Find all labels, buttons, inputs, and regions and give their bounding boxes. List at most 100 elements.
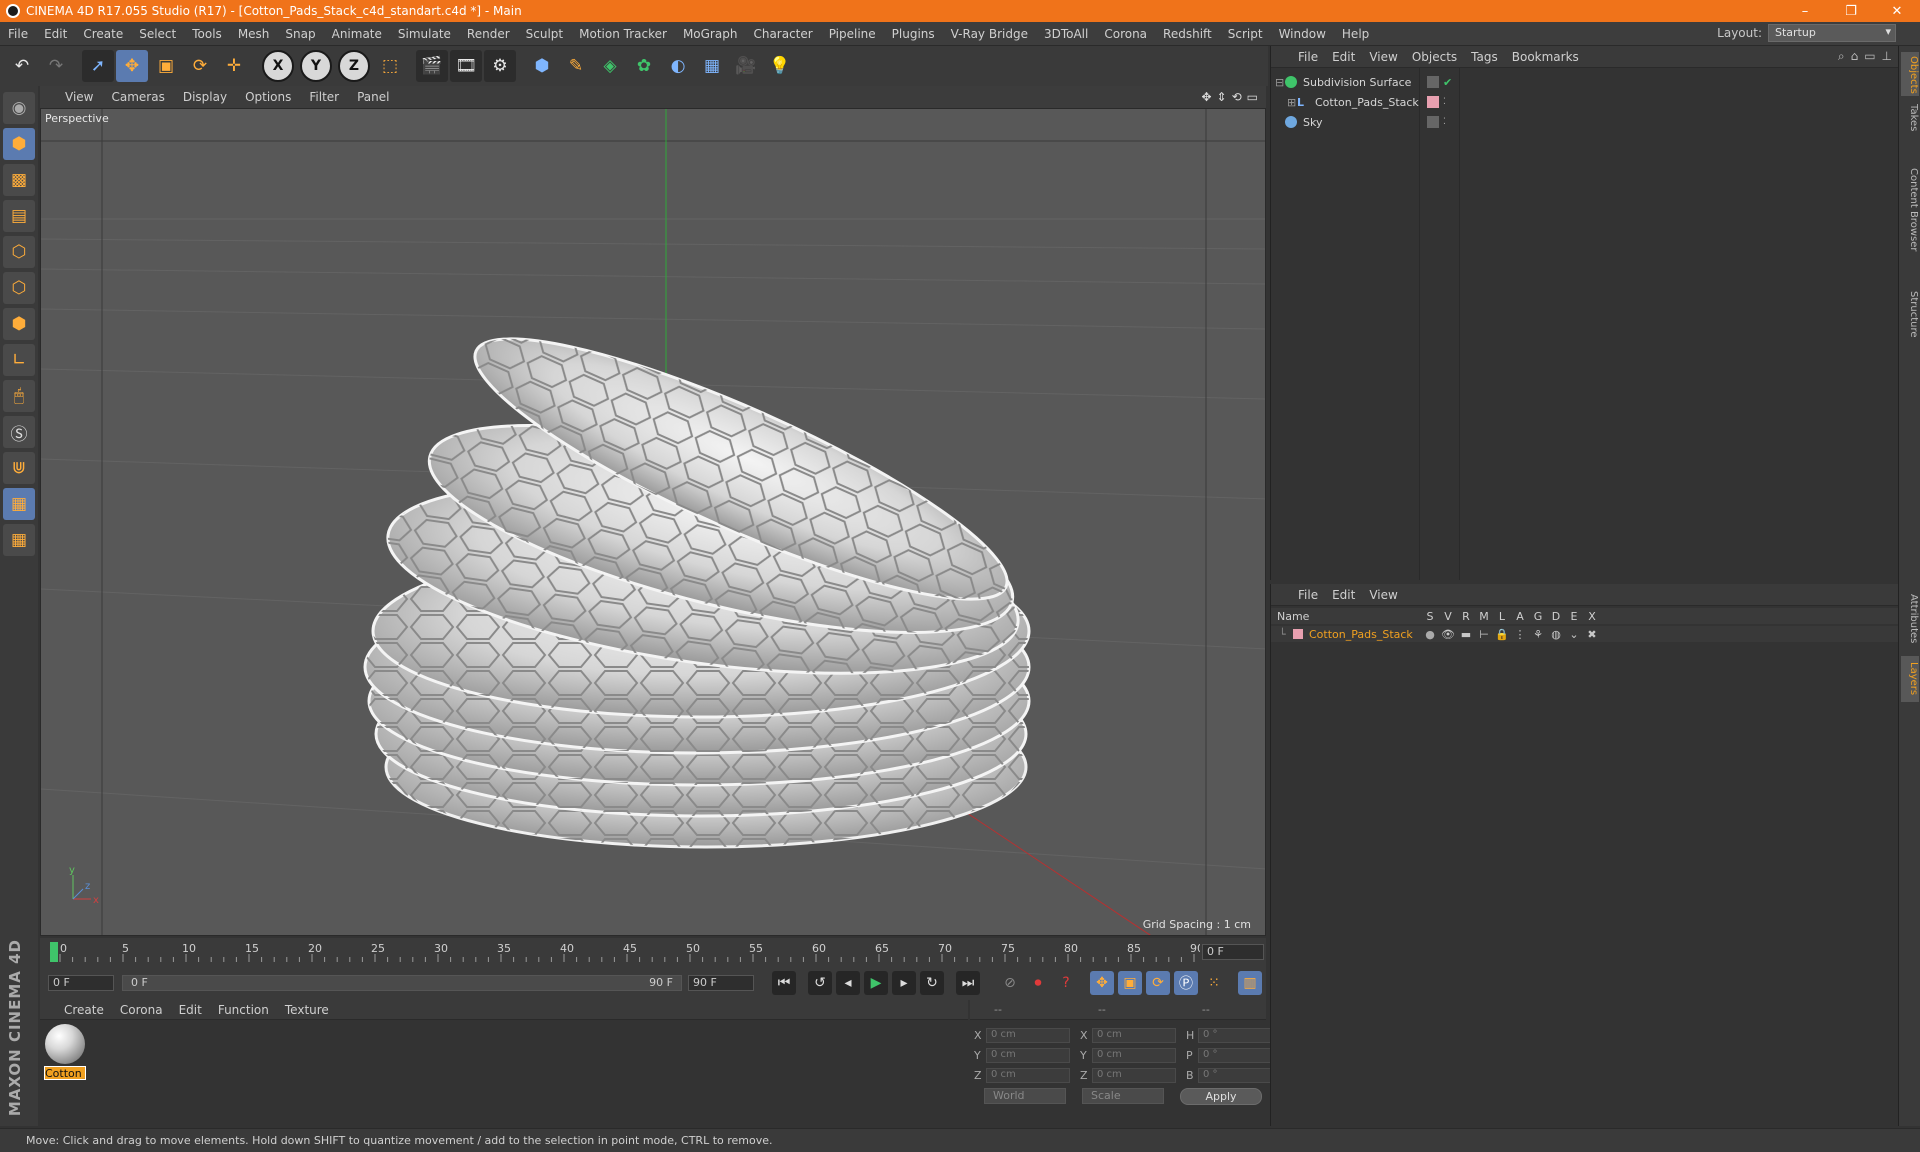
light-icon[interactable]: 💡 (764, 50, 796, 82)
orbit-view-icon[interactable]: ⟲ (1232, 90, 1242, 104)
size-z-field[interactable]: 0 cm (1092, 1067, 1176, 1083)
tab-content-browser[interactable]: Content Browser (1901, 140, 1919, 280)
undo-icon[interactable]: ↶ (6, 50, 38, 82)
start-frame-field[interactable]: 0 F (48, 975, 114, 991)
menu-motion-tracker[interactable]: Motion Tracker (571, 27, 675, 41)
key-pla-icon[interactable]: ⁙ (1202, 971, 1226, 995)
objects-menu-objects[interactable]: Objects (1405, 50, 1464, 64)
menu-edit[interactable]: Edit (36, 27, 75, 41)
planar-workplane-icon[interactable]: ▦ (3, 524, 35, 556)
cotton-pads-stack-model[interactable] (363, 296, 1031, 849)
playhead-marker[interactable] (50, 942, 58, 962)
close-button[interactable]: ✕ (1874, 4, 1920, 19)
motion-path-icon[interactable]: ⊘ (998, 971, 1022, 995)
menu-tools[interactable]: Tools (184, 27, 230, 41)
menu-select[interactable]: Select (131, 27, 184, 41)
record-keyframe-icon[interactable]: ⏺ (1026, 971, 1050, 995)
pan-view-icon[interactable]: ✥ (1201, 90, 1211, 104)
redo-icon[interactable]: ↷ (40, 50, 72, 82)
menu-file[interactable]: File (0, 27, 36, 41)
visibility-dots-icon[interactable]: ⁚ (1443, 97, 1446, 107)
position-z-field[interactable]: 0 cm (986, 1067, 1070, 1083)
view-toggle-icon[interactable]: 👁 (1439, 628, 1457, 641)
visibility-dots-icon[interactable]: ⁚ (1443, 117, 1446, 127)
objects-menu-tags[interactable]: Tags (1464, 50, 1505, 64)
material-name[interactable]: Cotton_ (44, 1066, 86, 1080)
timeline-window-icon[interactable]: ▥ (1238, 971, 1262, 995)
render-settings-icon[interactable]: ⚙ (484, 50, 516, 82)
solo-mode-icon[interactable]: Ⓢ (3, 416, 35, 448)
move-tool-icon[interactable]: ✥ (116, 50, 148, 82)
layers-menu-file[interactable]: File (1291, 588, 1325, 602)
rotation-h-field[interactable]: 0 ° (1198, 1027, 1274, 1043)
object-name[interactable]: Sky (1303, 116, 1427, 129)
deformers-toggle-icon[interactable]: ◍ (1547, 628, 1565, 641)
key-rotation-icon[interactable]: ⟳ (1146, 971, 1170, 995)
recent-tool-icon[interactable]: ✛ (218, 50, 250, 82)
layer-row[interactable]: └ Cotton_Pads_Stack ● 👁 ▬ ⊢ 🔒 ⋮ ⚘ ◍ ⌄ ✖ (1271, 626, 1899, 642)
x-axis-lock-button[interactable]: X (262, 50, 294, 82)
pen-spline-icon[interactable]: ✎ (560, 50, 592, 82)
material-tag-icon[interactable] (1427, 96, 1439, 108)
object-row-sky[interactable]: Sky ⁚ (1275, 112, 1885, 132)
axis-mode-icon[interactable]: ∟ (3, 344, 35, 376)
size-x-field[interactable]: 0 cm (1092, 1027, 1176, 1043)
coordinate-system-icon[interactable]: ⬚ (374, 50, 406, 82)
expand-icon[interactable]: ⊟ (1275, 76, 1285, 89)
expressions-toggle-icon[interactable]: ⌄ (1565, 628, 1583, 641)
search-icon[interactable]: ⌕ (1838, 49, 1845, 64)
objects-menu-edit[interactable]: Edit (1325, 50, 1362, 64)
coordinate-mode-dropdown[interactable]: Scale (1082, 1088, 1164, 1104)
object-row-subdivision-surface[interactable]: ⊟ Subdivision Surface ✔ (1275, 72, 1885, 92)
generators-toggle-icon[interactable]: ⚘ (1529, 628, 1547, 641)
menu-pipeline[interactable]: Pipeline (821, 27, 884, 41)
enabled-check-icon[interactable]: ✔ (1443, 76, 1452, 89)
zoom-view-icon[interactable]: ⇕ (1217, 90, 1227, 104)
model-mode-icon[interactable]: ⬢ (3, 128, 35, 160)
viewport-menu-panel[interactable]: Panel (348, 90, 398, 104)
lock-toggle-icon[interactable]: 🔒 (1493, 628, 1511, 641)
snap-magnet-icon[interactable]: ⋓ (3, 452, 35, 484)
material-preview-ball[interactable] (45, 1024, 85, 1064)
material-menu-create[interactable]: Create (56, 1003, 112, 1017)
pin-icon[interactable]: ⊥ (1882, 49, 1892, 64)
cube-object-icon[interactable]: ⬢ (526, 50, 558, 82)
new-window-icon[interactable]: ▭ (1864, 49, 1875, 64)
next-frame-icon[interactable]: ▸ (892, 971, 916, 995)
rotation-p-field[interactable]: 0 ° (1198, 1047, 1274, 1063)
layer-tag-icon[interactable] (1427, 116, 1439, 128)
points-mode-icon[interactable]: ⬡ (3, 236, 35, 268)
lock-workplane-icon[interactable]: ▦ (3, 488, 35, 520)
toggle-view-icon[interactable]: ▭ (1247, 90, 1258, 104)
object-row-cotton-pads-stack[interactable]: ⊞ L Cotton_Pads_Stack ⁚ (1275, 92, 1885, 112)
viewport-menu-options[interactable]: Options (236, 90, 300, 104)
material-menu-function[interactable]: Function (210, 1003, 277, 1017)
y-axis-lock-button[interactable]: Y (300, 50, 332, 82)
floor-environment-icon[interactable]: ▦ (696, 50, 728, 82)
layers-menu-view[interactable]: View (1362, 588, 1404, 602)
make-editable-icon[interactable]: ◉ (3, 92, 35, 124)
menu-simulate[interactable]: Simulate (390, 27, 459, 41)
subdivision-icon[interactable]: ◈ (594, 50, 626, 82)
position-x-field[interactable]: 0 cm (986, 1027, 1070, 1043)
viewport-menu-view[interactable]: View (56, 90, 102, 104)
menu-mograph[interactable]: MoGraph (675, 27, 746, 41)
timeline-ruler[interactable]: 0 5 10 15 20 25 30 35 40 45 50 55 60 65 … (40, 938, 1266, 966)
material-menu-edit[interactable]: Edit (171, 1003, 210, 1017)
menu-script[interactable]: Script (1220, 27, 1271, 41)
render-toggle-icon[interactable]: ▬ (1457, 628, 1475, 641)
texture-mode-icon[interactable]: ▩ (3, 164, 35, 196)
menu-sculpt[interactable]: Sculpt (518, 27, 571, 41)
layer-color-swatch[interactable] (1293, 629, 1303, 639)
viewport-menu-display[interactable]: Display (174, 90, 236, 104)
next-keyframe-icon[interactable]: ↻ (920, 971, 944, 995)
3d-viewport[interactable]: y x z Perspective Grid Spacing : 1 cm (40, 108, 1266, 936)
key-scale-icon[interactable]: ▣ (1118, 971, 1142, 995)
position-y-field[interactable]: 0 cm (986, 1047, 1070, 1063)
expand-icon[interactable]: ⊞ (1287, 96, 1297, 109)
render-picture-viewer-icon[interactable]: 🎞 (450, 50, 482, 82)
size-y-field[interactable]: 0 cm (1092, 1047, 1176, 1063)
menu-character[interactable]: Character (745, 27, 820, 41)
menu-corona[interactable]: Corona (1096, 27, 1155, 41)
key-parameter-icon[interactable]: Ⓟ (1174, 971, 1198, 995)
